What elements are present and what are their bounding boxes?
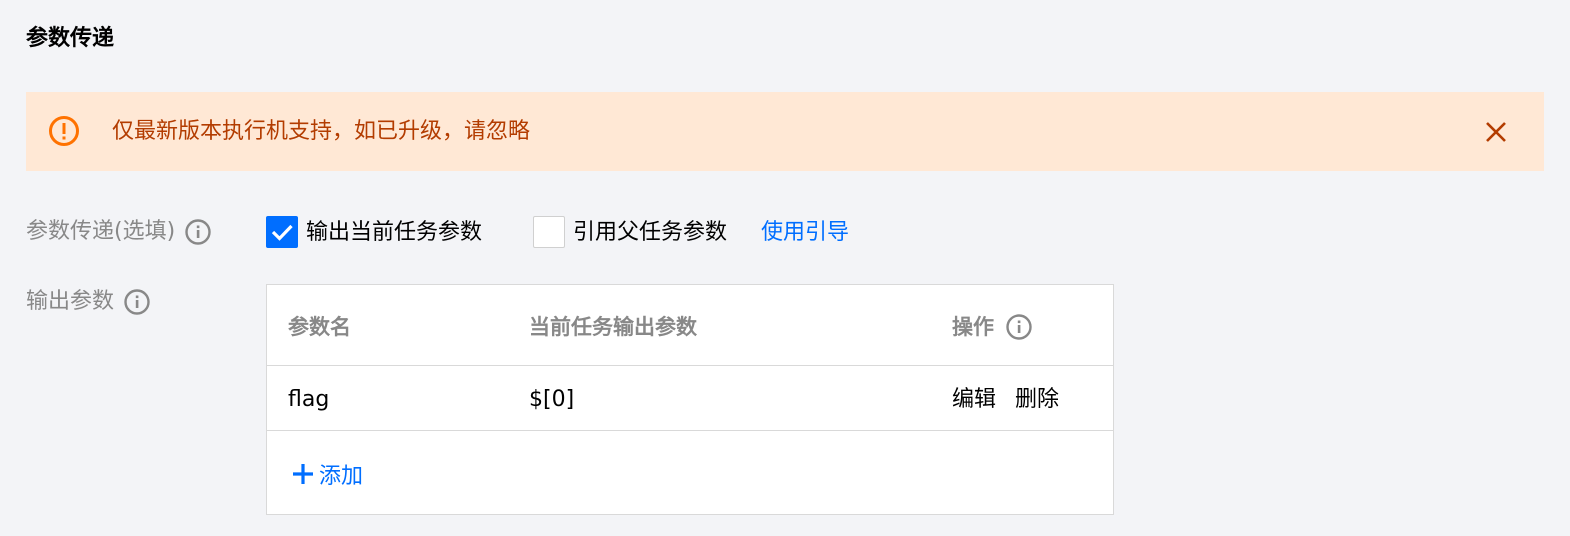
info-icon[interactable] xyxy=(185,219,211,245)
close-icon[interactable] xyxy=(1484,120,1508,144)
column-header-value: 当前任务输出参数 xyxy=(529,313,697,341)
output-params-label-text: 输出参数 xyxy=(26,289,115,314)
checkmark-icon xyxy=(271,224,293,241)
add-label: 添加 xyxy=(319,464,364,489)
add-button[interactable]: 添加 xyxy=(291,458,363,490)
output-current-label[interactable]: 输出当前任务参数 xyxy=(306,219,482,247)
column-header-actions-text: 操作 xyxy=(952,315,994,339)
info-icon[interactable] xyxy=(1006,314,1032,340)
warning-alert: 仅最新版本执行机支持，如已升级，请忽略 xyxy=(26,92,1544,171)
output-params-label: 输出参数 xyxy=(26,288,150,316)
reference-parent-label[interactable]: 引用父任务参数 xyxy=(573,219,727,247)
plus-icon xyxy=(293,464,313,484)
param-passing-label: 参数传递(选填) xyxy=(26,218,211,246)
reference-parent-checkbox[interactable] xyxy=(533,216,565,248)
param-value-cell: $[0] xyxy=(529,387,575,412)
edit-button[interactable]: 编辑 xyxy=(952,386,996,414)
column-header-actions: 操作 xyxy=(952,313,1032,341)
warning-circle-icon xyxy=(49,116,79,146)
section-title: 参数传递 xyxy=(26,26,115,51)
param-passing-label-text: 参数传递(选填) xyxy=(26,219,176,244)
divider xyxy=(267,430,1113,431)
column-header-name: 参数名 xyxy=(288,313,351,341)
column-header-name-text: 参数名 xyxy=(288,315,351,339)
alert-message: 仅最新版本执行机支持，如已升级，请忽略 xyxy=(112,119,531,144)
output-params-table: 参数名 当前任务输出参数 操作 flag $[0] 编辑 删除 添加 xyxy=(266,284,1114,515)
column-header-value-text: 当前任务输出参数 xyxy=(529,315,697,339)
delete-button[interactable]: 删除 xyxy=(1015,386,1059,414)
info-icon[interactable] xyxy=(124,289,150,315)
output-current-checkbox[interactable] xyxy=(266,216,298,248)
guide-link[interactable]: 使用引导 xyxy=(761,219,849,247)
param-name-cell: flag xyxy=(288,387,330,412)
divider xyxy=(267,365,1113,366)
